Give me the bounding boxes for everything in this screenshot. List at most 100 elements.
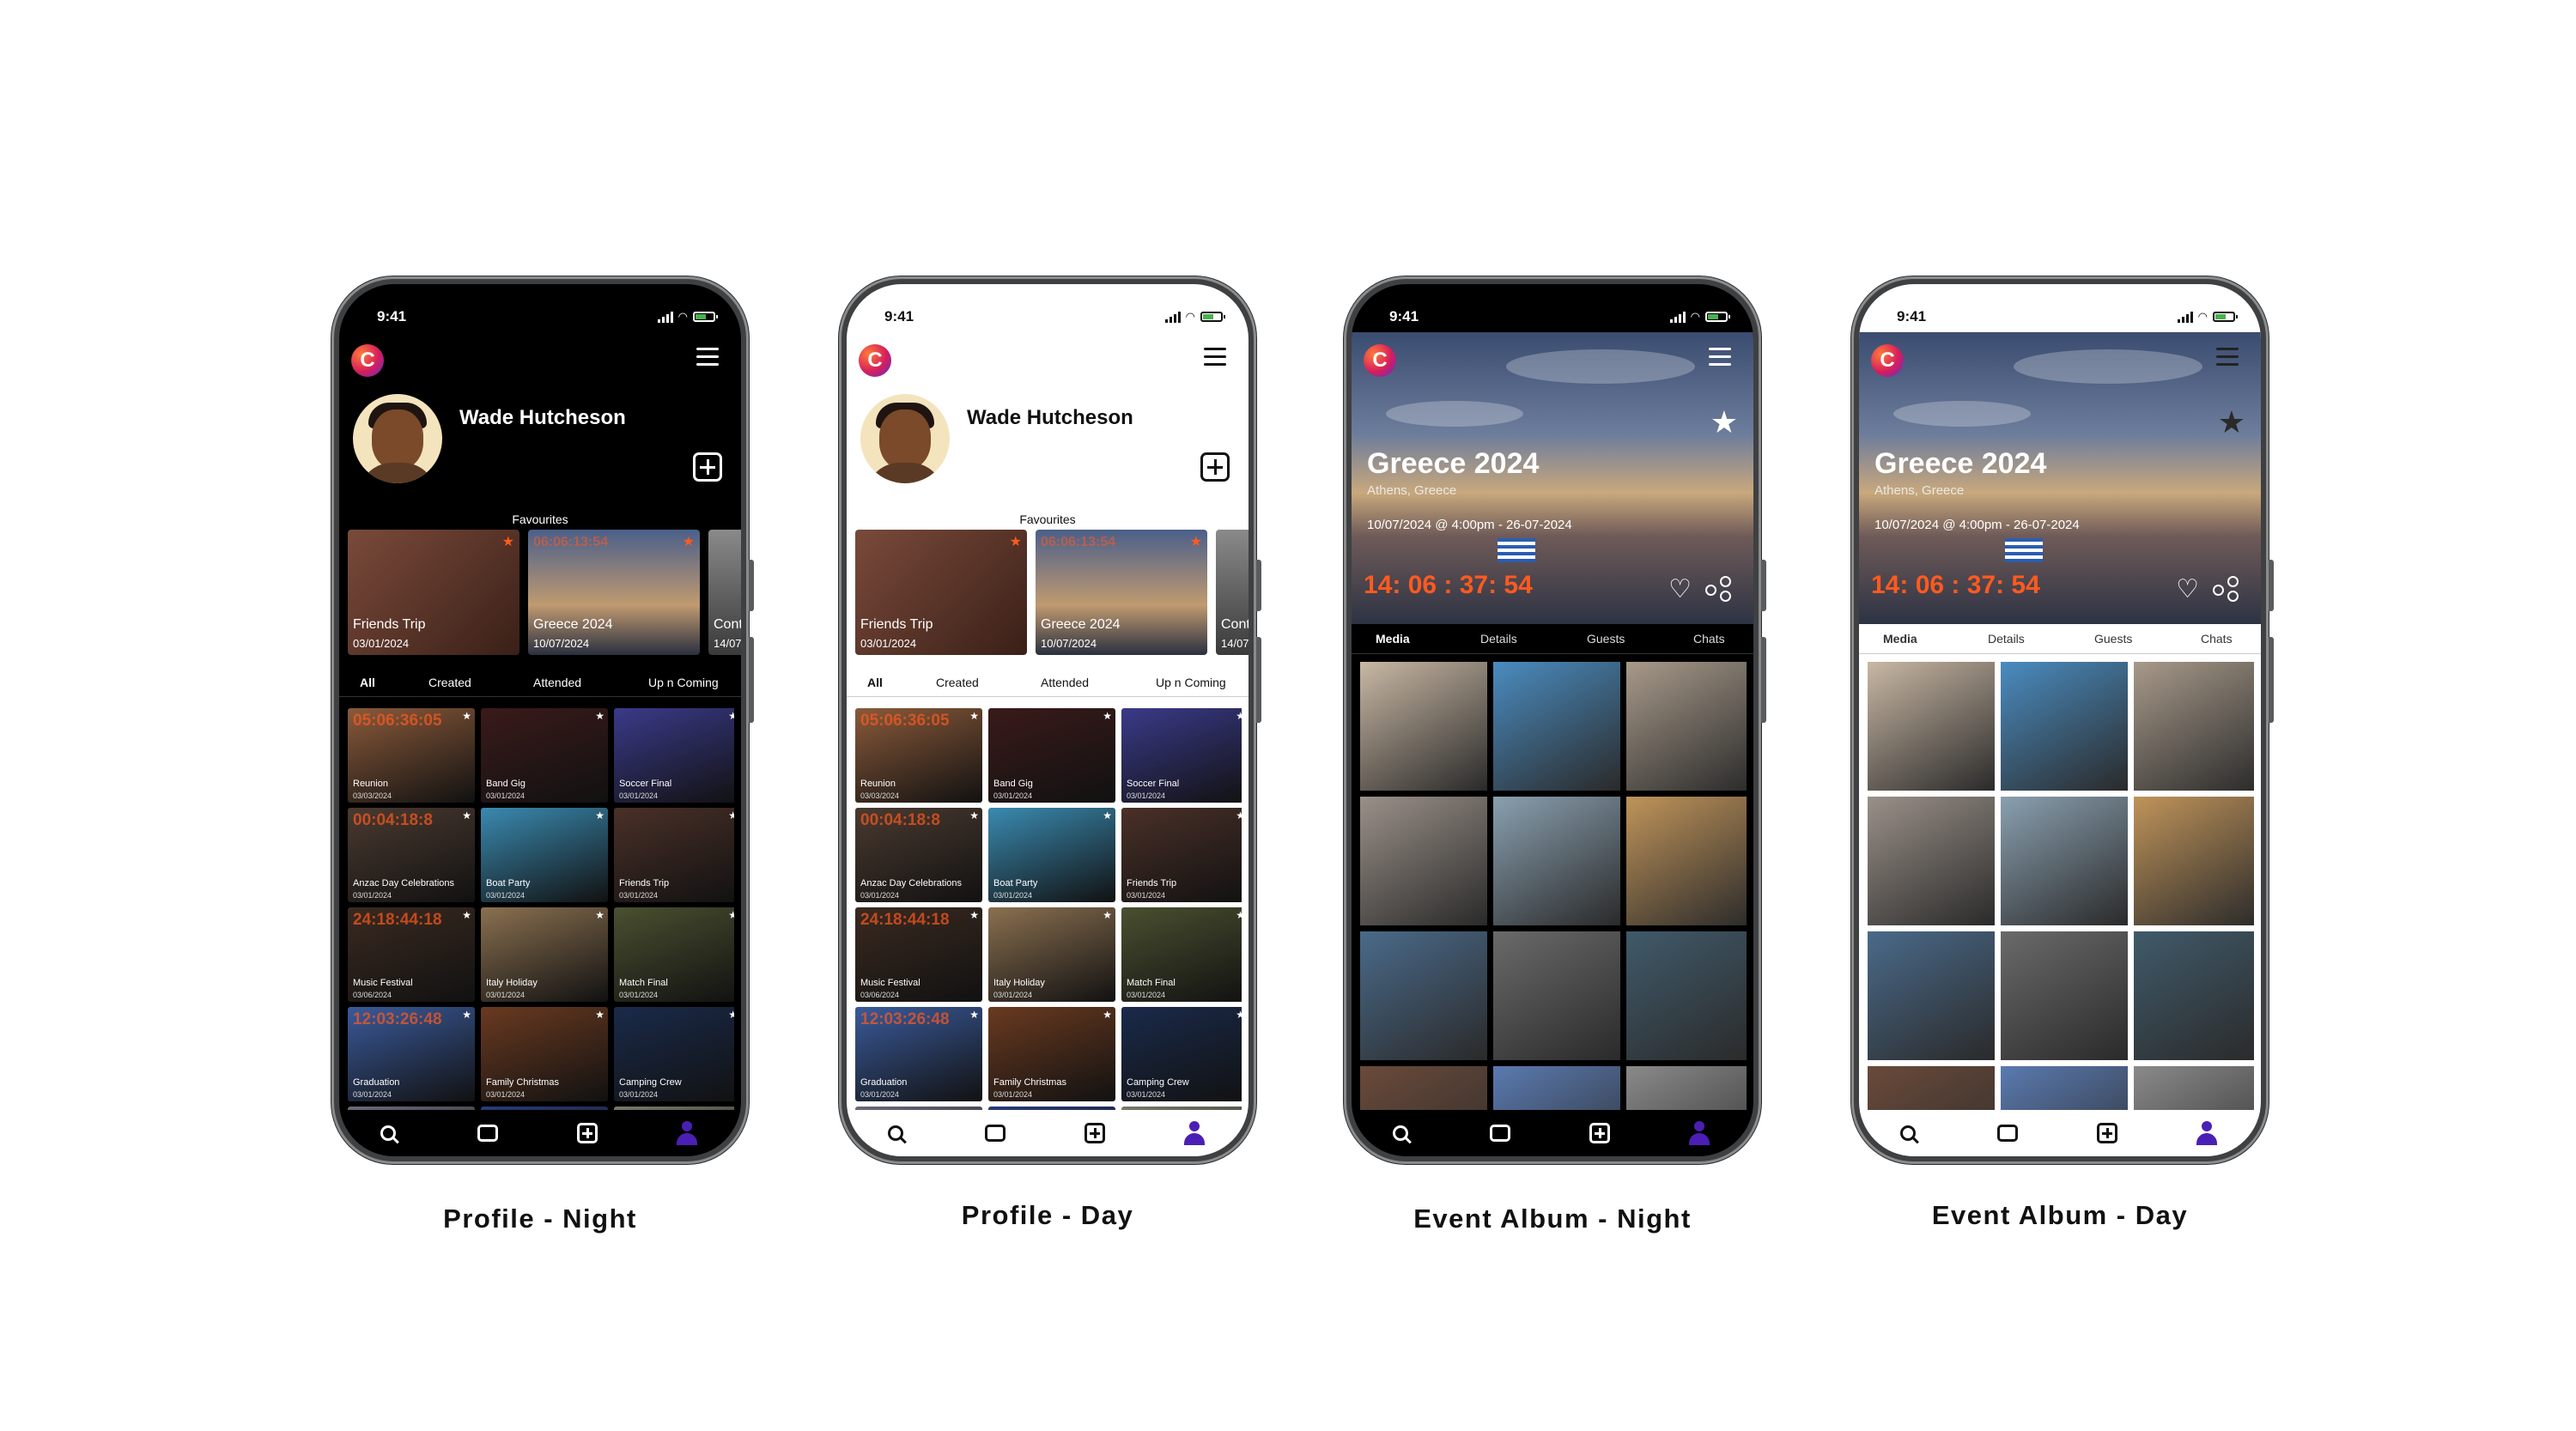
app-logo[interactable]: C [859,344,891,377]
add-icon[interactable] [1587,1120,1613,1146]
favourite-star-icon[interactable]: ★ [2218,404,2245,440]
star-icon[interactable]: ★ [462,710,471,722]
star-icon[interactable]: ★ [969,909,979,921]
event-tile[interactable]: ★ Band Gig 03/01/2024 [481,708,608,803]
star-icon[interactable]: ★ [595,710,605,722]
add-icon[interactable] [1082,1120,1108,1146]
hamburger-menu-icon[interactable] [1709,348,1731,371]
profile-icon[interactable] [1686,1120,1712,1146]
star-icon[interactable]: ★ [969,809,979,822]
event-tile[interactable]: ★ Match Final 03/01/2024 [1121,907,1242,1002]
star-icon[interactable]: ★ [1236,1009,1242,1021]
heart-icon[interactable]: ♡ [2176,574,2199,604]
event-tile[interactable]: ★ Italy Holiday 03/01/2024 [481,907,608,1002]
media-photo[interactable] [1360,931,1487,1060]
media-photo[interactable] [1493,1066,1620,1110]
star-icon[interactable]: ★ [462,809,471,822]
avatar[interactable] [353,394,442,483]
tab-guests[interactable]: Guests [2094,632,2132,646]
media-photo[interactable] [1626,797,1747,925]
event-tile[interactable]: ★ Friends Trip 03/01/2024 [1121,808,1242,902]
event-tile[interactable]: ★ Italy Holiday 03/01/2024 [988,907,1115,1002]
star-icon[interactable]: ★ [1236,909,1242,921]
event-tile[interactable]: ★ Boat Party 03/01/2024 [481,808,608,902]
media-photo[interactable] [1626,931,1747,1060]
event-tile[interactable]: 12:03:26:48 ★ Graduation 03/01/2024 [348,1007,475,1101]
search-icon[interactable] [375,1120,401,1146]
tab-details[interactable]: Details [1480,632,1517,646]
media-photo[interactable] [2134,662,2254,791]
event-tile[interactable]: 24:18:44:18 ★ Music Festival 03/06/2024 [855,907,982,1002]
tab-all[interactable]: All [360,676,375,689]
tab-chats[interactable]: Chats [2201,632,2233,646]
media-photo[interactable] [1626,1066,1747,1110]
favourite-card[interactable]: Conti14/07 [1216,530,1249,655]
tab-details[interactable]: Details [1988,632,2025,646]
event-tile[interactable]: 00:04:18:8 ★ Anzac Day Celebrations 03/01/2… [348,808,475,902]
app-logo[interactable]: C [1871,344,1904,377]
event-tile[interactable]: 05:06:36:05 ★ Reunion 03/03/2024 [855,708,982,803]
media-photo[interactable] [1868,931,1995,1060]
media-photo[interactable] [1493,797,1620,925]
search-icon[interactable] [1895,1120,1921,1146]
event-tile[interactable]: 24:18:44:18 ★ Music Festival 03/06/2024 [348,907,475,1002]
tab-attended[interactable]: Attended [533,676,581,689]
tab-media[interactable]: Media [1883,632,1917,646]
search-icon[interactable] [883,1120,908,1146]
media-photo[interactable] [2134,797,2254,925]
star-icon[interactable]: ★ [462,1009,471,1021]
add-event-button[interactable] [1200,452,1230,482]
tab-created[interactable]: Created [428,676,471,689]
star-icon[interactable]: ★ [1103,1009,1112,1021]
favourite-card[interactable]: ★ Friends Trip 03/01/2024 [855,530,1027,655]
tab-up-n-coming[interactable]: Up n Coming [648,676,719,689]
star-icon[interactable]: ★ [1190,533,1202,550]
star-icon[interactable]: ★ [1103,710,1112,722]
media-photo[interactable] [2001,931,2128,1060]
media-photo[interactable] [2001,1066,2128,1110]
favourite-card[interactable]: 06:06:13:54 ★ Greece 2024 10/07/2024 [1036,530,1207,655]
media-photo[interactable] [1493,931,1620,1060]
profile-icon[interactable] [1182,1120,1207,1146]
media-photo[interactable] [2001,662,2128,791]
heart-icon[interactable]: ♡ [1668,574,1692,604]
event-tile[interactable]: ★ Camping Crew 03/01/2024 [1121,1007,1242,1101]
profile-icon[interactable] [674,1120,700,1146]
favourite-card[interactable]: ★ Friends Trip 03/01/2024 [348,530,519,655]
event-tile[interactable]: ★ Band Gig 03/01/2024 [988,708,1115,803]
media-photo[interactable] [1868,797,1995,925]
hamburger-menu-icon[interactable] [696,348,719,371]
star-icon[interactable]: ★ [1103,809,1112,822]
tab-media[interactable]: Media [1376,632,1410,646]
media-photo[interactable] [1868,662,1995,791]
star-icon[interactable]: ★ [1236,809,1242,822]
star-icon[interactable]: ★ [728,909,734,921]
share-icon[interactable] [1705,576,1731,602]
media-photo[interactable] [1360,1066,1487,1110]
app-logo[interactable]: C [1364,344,1396,377]
media-photo[interactable] [1626,662,1747,791]
tab-guests[interactable]: Guests [1587,632,1625,646]
favourites-carousel[interactable]: ★ Friends Trip 03/01/2024 06:06:13:54 ★ Gree… [348,530,741,658]
star-icon[interactable]: ★ [969,710,979,722]
event-tile[interactable]: ★ Camping Crew 03/01/2024 [614,1007,734,1101]
star-icon[interactable]: ★ [462,909,471,921]
avatar[interactable] [860,394,950,483]
profile-icon[interactable] [2194,1120,2220,1146]
favourite-card[interactable]: 06:06:13:54 ★ Greece 2024 10/07/2024 [528,530,700,655]
favourites-carousel[interactable]: ★ Friends Trip 03/01/2024 06:06:13:54 ★ Gree… [855,530,1249,658]
star-icon[interactable]: ★ [1236,710,1242,722]
add-icon[interactable] [574,1120,600,1146]
event-tile[interactable]: 12:03:26:48 ★ Graduation 03/01/2024 [855,1007,982,1101]
star-icon[interactable]: ★ [728,809,734,822]
hamburger-menu-icon[interactable] [1204,348,1226,371]
event-tile[interactable]: ★ Soccer Final 03/01/2024 [1121,708,1242,803]
chat-icon[interactable] [982,1120,1008,1146]
tab-chats[interactable]: Chats [1693,632,1725,646]
star-icon[interactable]: ★ [683,533,695,550]
star-icon[interactable]: ★ [728,710,734,722]
media-photo[interactable] [1360,662,1487,791]
star-icon[interactable]: ★ [595,809,605,822]
media-photo[interactable] [2134,1066,2254,1110]
star-icon[interactable]: ★ [969,1009,979,1021]
